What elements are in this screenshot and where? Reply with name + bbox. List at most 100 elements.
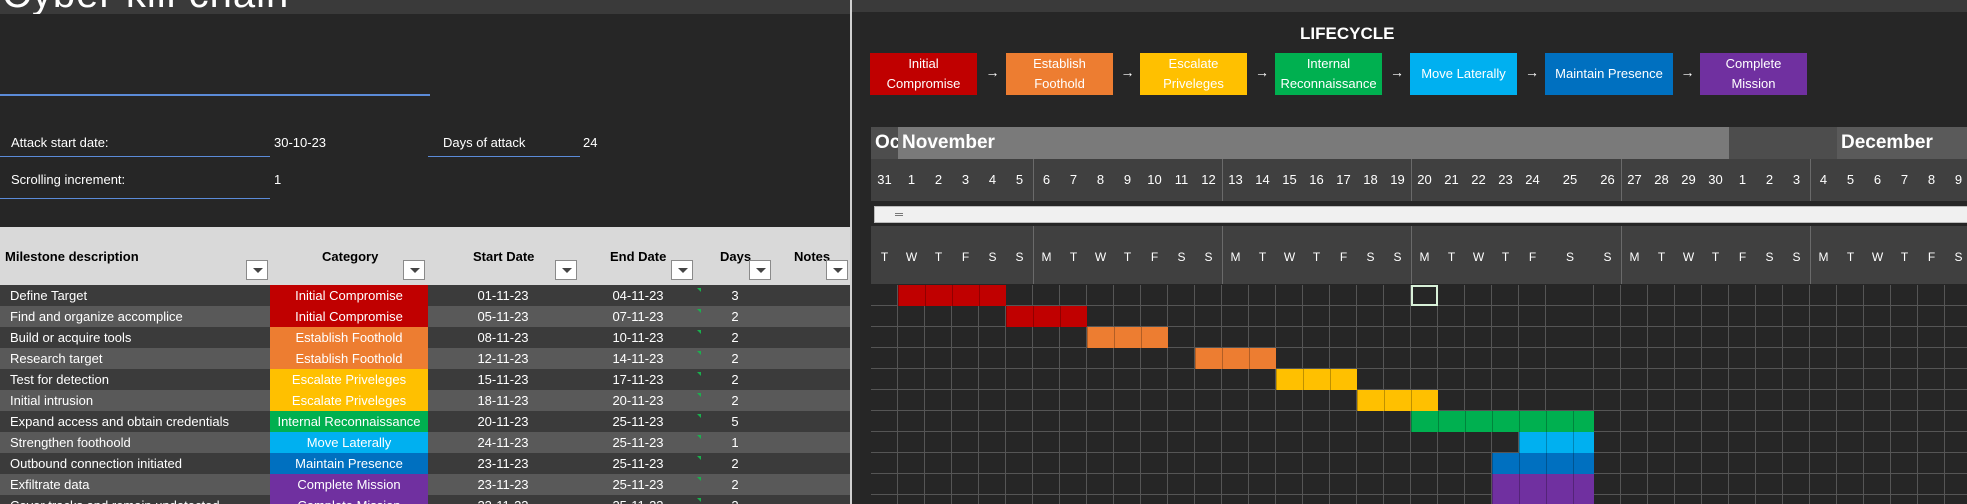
gantt-cell[interactable] [1675, 348, 1702, 369]
gantt-cell[interactable] [1891, 369, 1918, 390]
gantt-cell[interactable] [1006, 495, 1033, 504]
gantt-cell[interactable] [1891, 432, 1918, 453]
gantt-cell[interactable] [1864, 453, 1891, 474]
gantt-cell[interactable] [952, 306, 979, 327]
gantt-cell[interactable] [1729, 474, 1756, 495]
gantt-cell[interactable] [1648, 306, 1675, 327]
gantt-cell[interactable] [1594, 306, 1621, 327]
gantt-cell[interactable] [1141, 495, 1168, 504]
gantt-cell[interactable] [1675, 474, 1702, 495]
gantt-cell[interactable] [1810, 327, 1837, 348]
gantt-cell[interactable] [898, 369, 925, 390]
gantt-cell[interactable] [1141, 306, 1168, 327]
gantt-cell[interactable] [925, 327, 952, 348]
gantt-cell[interactable] [1918, 411, 1945, 432]
gantt-cell[interactable] [1222, 327, 1249, 348]
gantt-cell[interactable] [1168, 348, 1195, 369]
gantt-cell[interactable] [871, 306, 898, 327]
gantt-cell[interactable] [979, 348, 1006, 369]
gantt-cell[interactable] [898, 432, 925, 453]
gantt-cell[interactable] [1060, 285, 1087, 306]
gantt-cell[interactable] [1675, 390, 1702, 411]
gantt-cell[interactable] [1756, 306, 1783, 327]
gantt-cell[interactable] [1594, 348, 1621, 369]
gantt-cell[interactable] [1756, 285, 1783, 306]
attack-start-value[interactable]: 30-10-23 [274, 135, 326, 150]
gantt-cell[interactable] [1702, 369, 1729, 390]
gantt-cell[interactable] [1810, 369, 1837, 390]
gantt-cell[interactable] [1384, 495, 1411, 504]
gantt-cell[interactable] [1864, 411, 1891, 432]
gantt-cell[interactable] [1006, 474, 1033, 495]
gantt-cell[interactable] [1519, 390, 1546, 411]
gantt-cell[interactable] [1918, 432, 1945, 453]
gantt-cell[interactable] [1918, 348, 1945, 369]
gantt-cell[interactable] [925, 348, 952, 369]
gantt-cell[interactable] [1411, 348, 1438, 369]
gantt-cell[interactable] [1465, 285, 1492, 306]
gantt-cell[interactable] [1702, 411, 1729, 432]
gantt-cell[interactable] [1783, 474, 1810, 495]
gantt-cell[interactable] [1729, 369, 1756, 390]
gantt-cell[interactable] [1594, 390, 1621, 411]
gantt-cell[interactable] [1519, 327, 1546, 348]
gantt-cell[interactable] [1168, 285, 1195, 306]
gantt-cell[interactable] [1438, 390, 1465, 411]
gantt-cell[interactable] [1945, 348, 1967, 369]
gantt-cell[interactable] [1546, 306, 1594, 327]
gantt-cell[interactable] [1783, 306, 1810, 327]
gantt-cell[interactable] [1648, 390, 1675, 411]
gantt-cell[interactable] [1330, 432, 1357, 453]
gantt-cell[interactable] [1141, 474, 1168, 495]
gantt-cell[interactable] [1060, 432, 1087, 453]
gantt-cell[interactable] [1087, 390, 1114, 411]
gantt-cell[interactable] [1756, 411, 1783, 432]
gantt-cell[interactable] [1891, 453, 1918, 474]
gantt-cell[interactable] [1945, 327, 1967, 348]
gantt-cell[interactable] [1357, 348, 1384, 369]
gantt-cell[interactable] [925, 306, 952, 327]
gantt-cell[interactable] [1060, 411, 1087, 432]
gantt-cell[interactable] [1918, 453, 1945, 474]
gantt-cell[interactable] [952, 474, 979, 495]
gantt-cell[interactable] [1411, 327, 1438, 348]
gantt-cell[interactable] [1168, 495, 1195, 504]
gantt-cell[interactable] [1195, 327, 1222, 348]
gantt-cell[interactable] [1114, 432, 1141, 453]
gantt-cell[interactable] [1864, 474, 1891, 495]
gantt-cell[interactable] [1087, 348, 1114, 369]
gantt-cell[interactable] [1465, 306, 1492, 327]
gantt-cell[interactable] [1702, 474, 1729, 495]
gantt-cell[interactable] [1357, 453, 1384, 474]
gantt-cell[interactable] [1303, 495, 1330, 504]
gantt-cell[interactable] [1648, 432, 1675, 453]
gantt-cell[interactable] [1891, 327, 1918, 348]
gantt-cell[interactable] [1729, 432, 1756, 453]
gantt-cell[interactable] [1357, 411, 1384, 432]
gantt-cell[interactable] [1675, 453, 1702, 474]
gantt-cell[interactable] [1729, 348, 1756, 369]
gantt-cell[interactable] [1411, 453, 1438, 474]
gantt-cell[interactable] [1222, 285, 1249, 306]
gantt-cell[interactable] [1411, 369, 1438, 390]
gantt-cell[interactable] [1756, 453, 1783, 474]
gantt-cell[interactable] [1303, 390, 1330, 411]
gantt-cell[interactable] [1492, 306, 1519, 327]
gantt-cell[interactable] [1276, 348, 1303, 369]
gantt-cell[interactable] [898, 474, 925, 495]
gantt-cell[interactable] [898, 453, 925, 474]
gantt-cell[interactable] [1675, 306, 1702, 327]
table-row[interactable]: Build or acquire tools Establish Foothold… [0, 327, 850, 348]
gantt-cell[interactable] [1141, 453, 1168, 474]
gantt-cell[interactable] [1837, 495, 1864, 504]
gantt-cell[interactable] [1249, 432, 1276, 453]
gantt-cell[interactable] [1384, 348, 1411, 369]
gantt-cell[interactable] [925, 453, 952, 474]
gantt-cell[interactable] [1357, 432, 1384, 453]
gantt-cell[interactable] [1222, 432, 1249, 453]
gantt-cell[interactable] [1864, 390, 1891, 411]
gantt-cell[interactable] [1594, 432, 1621, 453]
gantt-cell[interactable] [1330, 306, 1357, 327]
table-row[interactable]: Research target Establish Foothold 12-11-2… [0, 348, 850, 369]
gantt-cell[interactable] [1114, 390, 1141, 411]
